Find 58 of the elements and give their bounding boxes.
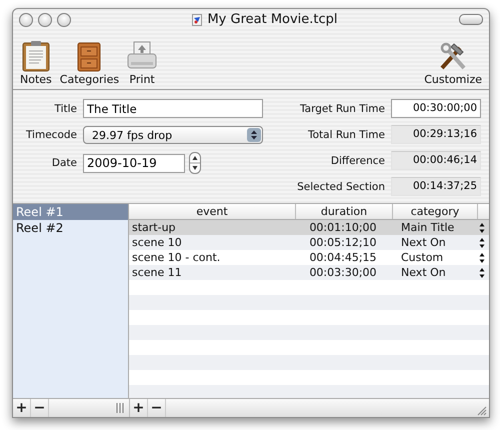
table-cell-text: 00:03:30;00 [308, 266, 378, 279]
zoom-button[interactable] [57, 12, 71, 26]
updown-arrows-icon[interactable] [479, 222, 485, 234]
event-edit-button[interactable]: − [148, 399, 166, 417]
table-cell-text: 00:01:10;00 [308, 221, 378, 234]
tools-icon [438, 40, 468, 72]
updown-arrows-icon[interactable] [479, 266, 485, 278]
date-field[interactable]: 2009-10-19 [83, 154, 185, 172]
time-label: Target Run Time [299, 102, 385, 114]
reel-edit-button[interactable]: + [13, 399, 31, 417]
field-label: Title [53, 102, 77, 114]
column-header[interactable]: category [393, 204, 478, 219]
event-edit-button[interactable]: + [130, 399, 148, 417]
field-label: Timecode [24, 129, 77, 141]
table-cell-text: Next On [400, 236, 447, 249]
time-field[interactable]: 00:30:00;00 [391, 99, 481, 118]
table-row[interactable]: start-up 00:01:10;00 Main Title [129, 220, 489, 235]
table-cell-text: Custom [400, 251, 444, 264]
time-label: Difference [330, 154, 385, 166]
stepper-icon[interactable] [189, 152, 201, 174]
clipboard-icon [22, 40, 50, 72]
time-label: Total Run Time [306, 128, 385, 140]
updown-arrows-icon[interactable] [479, 252, 485, 264]
table-cell-text: 00:04:45;15 [308, 251, 378, 264]
table-cell-text: scene 10 - cont. [131, 251, 222, 264]
time-value: 00:14:37;25 [391, 177, 481, 196]
field-label: Date [50, 157, 77, 169]
toolbar-toggle-button[interactable] [459, 14, 483, 25]
resize-grip-icon[interactable] [477, 406, 487, 416]
reel-item[interactable]: Reel #2 [13, 220, 128, 236]
document-icon [192, 14, 202, 26]
table-row[interactable]: scene 11 00:03:30;00 Next On [129, 265, 489, 280]
cabinet-icon [76, 40, 102, 72]
column-header[interactable]: event [129, 204, 296, 219]
table-cell-text: scene 10 [131, 236, 183, 249]
timecode-popup[interactable]: 29.97 fps drop [83, 126, 263, 144]
updown-arrows-icon [247, 128, 261, 142]
toolbar-button[interactable]: Print [124, 40, 160, 86]
updown-arrows-icon[interactable] [479, 236, 485, 248]
minimize-button[interactable] [38, 12, 52, 26]
column-header[interactable]: duration [296, 204, 393, 219]
reel-edit-button[interactable]: − [31, 399, 49, 417]
table-cell-text: Next On [400, 266, 447, 279]
toolbar-button[interactable]: Notes [17, 40, 55, 86]
close-button[interactable] [19, 12, 33, 26]
table-row[interactable]: scene 10 00:05:12;10 Next On [129, 235, 489, 250]
time-value: 00:00:46;14 [391, 151, 481, 170]
split-handle-icon[interactable] [116, 403, 124, 413]
time-label: Selected Section [296, 180, 385, 192]
table-cell-text: scene 11 [131, 266, 183, 279]
title-field[interactable]: The Title [83, 99, 263, 118]
toolbar-button[interactable]: Categories [56, 40, 122, 86]
time-value: 00:29:13;16 [391, 125, 481, 144]
table-cell-text: 00:05:12;10 [308, 236, 378, 249]
toolbar-button[interactable]: Customize [421, 40, 485, 86]
window-title: My Great Movie.tcpl [207, 12, 338, 27]
table-cell-text: start-up [131, 221, 177, 234]
table-cell-text: Main Title [400, 221, 456, 234]
